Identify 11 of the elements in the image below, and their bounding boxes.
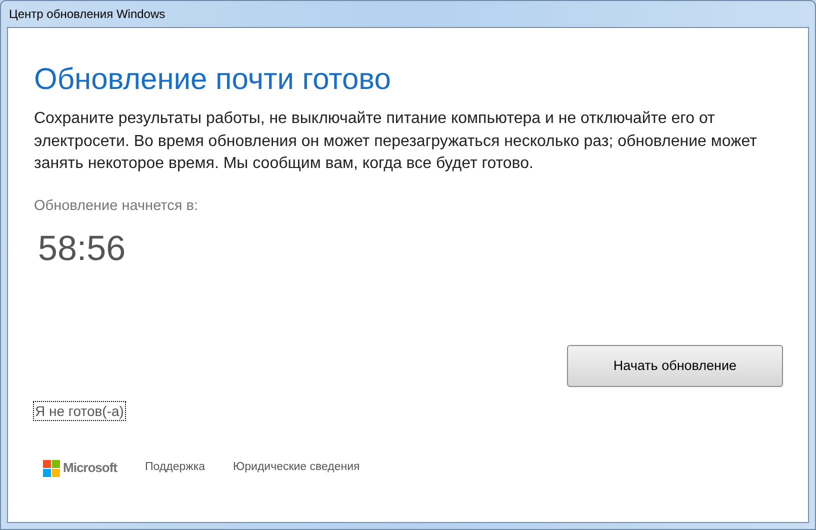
windows-logo-icon: [43, 460, 60, 476]
footer-link[interactable]: Поддержка: [145, 459, 205, 477]
heading: Обновление почти готово: [34, 62, 392, 98]
message-text: Сохраните результаты работы, не выключайте питание компьютера и не отключайте его от электросети. Во время обновления он может перезагружаться несколько раз; обновление может занять некоторое время. Мы сообщим вам, когда все будет готово.: [34, 109, 758, 174]
brand-name: Microsoft: [63, 459, 117, 478]
start-update-button[interactable]: Начать обновление: [567, 345, 783, 388]
countdown-time: 58:56: [38, 229, 127, 270]
countdown-label: Обновление начнется в:: [34, 196, 199, 216]
footer-link[interactable]: Юридические сведения: [233, 459, 360, 477]
window-title: Центр обновления Windows: [9, 6, 166, 23]
not-ready-link[interactable]: Я не готов(-а): [34, 402, 125, 420]
